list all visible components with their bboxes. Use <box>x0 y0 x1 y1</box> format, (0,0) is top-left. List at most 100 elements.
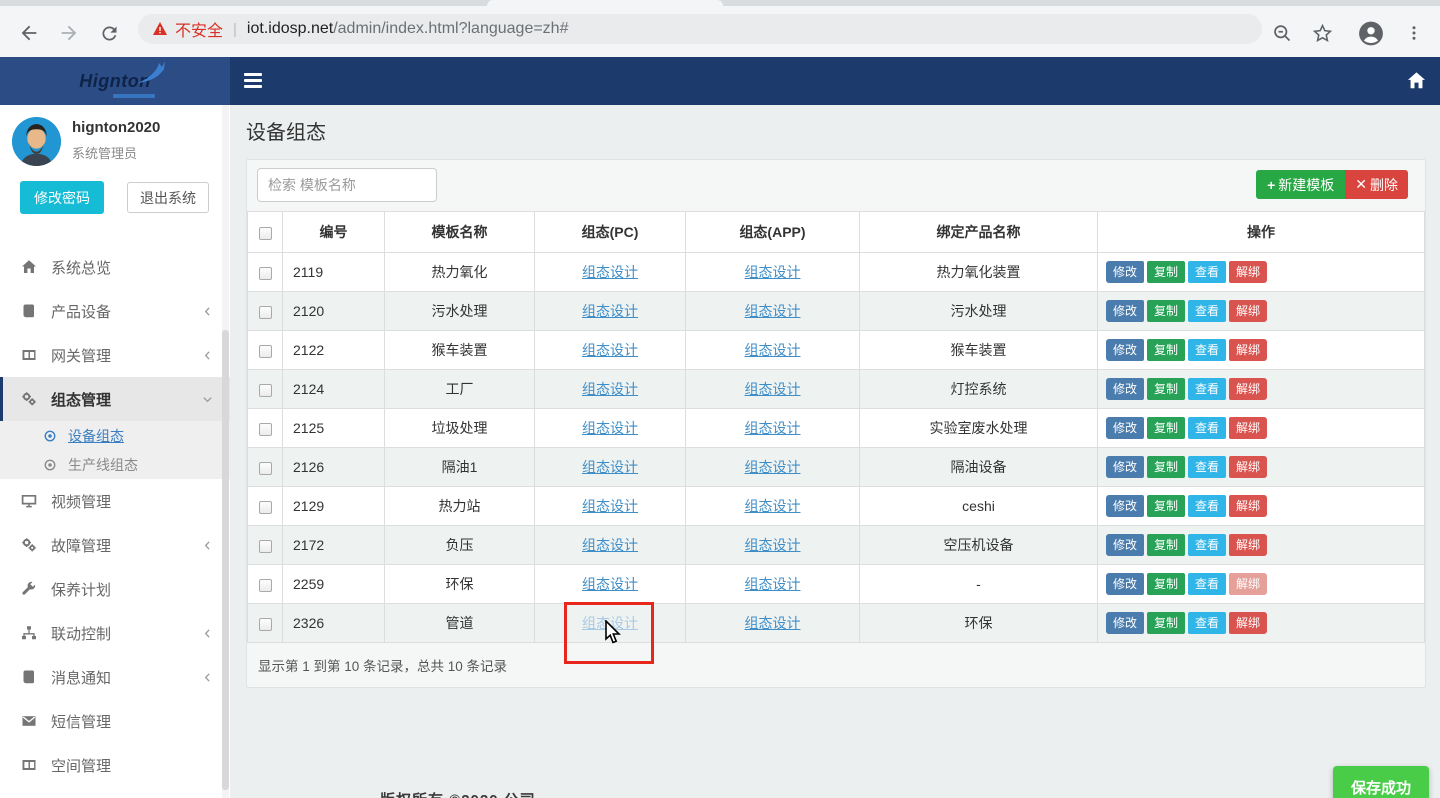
sidebar-toggle-icon[interactable] <box>244 73 262 88</box>
edit-button[interactable]: 修改 <box>1106 612 1144 634</box>
view-button[interactable]: 查看 <box>1188 261 1226 283</box>
unbind-button[interactable]: 解绑 <box>1229 378 1267 400</box>
copy-button[interactable]: 复制 <box>1147 417 1185 439</box>
copy-button[interactable]: 复制 <box>1147 495 1185 517</box>
copy-button[interactable]: 复制 <box>1147 261 1185 283</box>
browser-tab[interactable] <box>487 0 723 6</box>
unbind-button[interactable]: 解绑 <box>1229 339 1267 361</box>
sidebar-item-sms-mgmt[interactable]: 短信管理 <box>0 699 230 743</box>
row-checkbox[interactable] <box>259 306 272 319</box>
app-config-link[interactable]: 组态设计 <box>745 576 801 592</box>
brand-logo[interactable]: Hignton <box>0 57 230 105</box>
copy-button[interactable]: 复制 <box>1147 378 1185 400</box>
row-checkbox[interactable] <box>259 462 272 475</box>
copy-button[interactable]: 复制 <box>1147 573 1185 595</box>
unbind-button[interactable]: 解绑 <box>1229 495 1267 517</box>
pc-config-link[interactable]: 组态设计 <box>582 381 638 397</box>
row-checkbox[interactable] <box>259 384 272 397</box>
search-input[interactable] <box>257 168 437 202</box>
unbind-button[interactable]: 解绑 <box>1229 612 1267 634</box>
unbind-button[interactable]: 解绑 <box>1229 417 1267 439</box>
sidebar-item-video-mgmt[interactable]: 视频管理 <box>0 479 230 523</box>
sidebar-item-system-overview[interactable]: 系统总览 <box>0 245 230 289</box>
row-checkbox[interactable] <box>259 501 272 514</box>
select-all-checkbox[interactable] <box>259 227 272 240</box>
view-button[interactable]: 查看 <box>1188 339 1226 361</box>
edit-button[interactable]: 修改 <box>1106 573 1144 595</box>
pc-config-link[interactable]: 组态设计 <box>582 264 638 280</box>
reload-icon[interactable] <box>96 20 122 46</box>
edit-button[interactable]: 修改 <box>1106 261 1144 283</box>
view-button[interactable]: 查看 <box>1188 417 1226 439</box>
row-checkbox[interactable] <box>259 423 272 436</box>
logout-button[interactable]: 退出系统 <box>127 182 209 213</box>
sidebar-item-maintenance-plan[interactable]: 保养计划 <box>0 567 230 611</box>
sidebar-item-production-line-config[interactable]: 生产线组态 <box>0 450 230 479</box>
app-config-link[interactable]: 组态设计 <box>745 303 801 319</box>
edit-button[interactable]: 修改 <box>1106 339 1144 361</box>
unbind-button[interactable]: 解绑 <box>1229 261 1267 283</box>
sidebar-item-config-mgmt[interactable]: 组态管理 <box>0 377 230 421</box>
pc-config-link[interactable]: 组态设计 <box>582 420 638 436</box>
pc-config-link[interactable]: 组态设计 <box>582 537 638 553</box>
view-button[interactable]: 查看 <box>1188 456 1226 478</box>
unbind-button[interactable]: 解绑 <box>1229 456 1267 478</box>
sidebar-item-linkage-control[interactable]: 联动控制 <box>0 611 230 655</box>
app-config-link[interactable]: 组态设计 <box>745 420 801 436</box>
row-checkbox[interactable] <box>259 540 272 553</box>
app-config-link[interactable]: 组态设计 <box>745 264 801 280</box>
delete-button[interactable]: ✕删除 <box>1345 170 1408 199</box>
row-checkbox[interactable] <box>259 267 272 280</box>
row-checkbox[interactable] <box>259 345 272 358</box>
app-config-link[interactable]: 组态设计 <box>745 537 801 553</box>
copy-button[interactable]: 复制 <box>1147 534 1185 556</box>
sidebar-item-message-notify[interactable]: 消息通知 <box>0 655 230 699</box>
forward-icon[interactable] <box>56 20 82 46</box>
browser-menu-icon[interactable] <box>1401 20 1427 46</box>
url-bar[interactable]: 不安全 | iot.idosp.net/admin/index.html?lan… <box>138 14 1262 44</box>
pc-config-link[interactable]: 组态设计 <box>582 303 638 319</box>
row-checkbox[interactable] <box>259 579 272 592</box>
sidebar-item-device-config[interactable]: 设备组态 <box>0 421 230 450</box>
edit-button[interactable]: 修改 <box>1106 417 1144 439</box>
pc-config-link[interactable]: 组态设计 <box>582 576 638 592</box>
edit-button[interactable]: 修改 <box>1106 300 1144 322</box>
app-config-link[interactable]: 组态设计 <box>745 459 801 475</box>
pc-config-link[interactable]: 组态设计 <box>582 342 638 358</box>
copy-button[interactable]: 复制 <box>1147 612 1185 634</box>
view-button[interactable]: 查看 <box>1188 300 1226 322</box>
new-template-button[interactable]: +新建模板 <box>1256 170 1345 199</box>
view-button[interactable]: 查看 <box>1188 534 1226 556</box>
view-button[interactable]: 查看 <box>1188 612 1226 634</box>
copy-button[interactable]: 复制 <box>1147 300 1185 322</box>
edit-button[interactable]: 修改 <box>1106 378 1144 400</box>
unbind-button[interactable]: 解绑 <box>1229 534 1267 556</box>
sidebar-item-space-mgmt[interactable]: 空间管理 <box>0 743 230 787</box>
sidebar-item-product-device[interactable]: 产品设备 <box>0 289 230 333</box>
copy-button[interactable]: 复制 <box>1147 456 1185 478</box>
row-checkbox[interactable] <box>259 618 272 631</box>
home-icon[interactable] <box>1407 71 1426 95</box>
sidebar-item-gateway-mgmt[interactable]: 网关管理 <box>0 333 230 377</box>
sidebar-scrollbar-thumb[interactable] <box>222 330 229 790</box>
change-password-button[interactable]: 修改密码 <box>20 181 104 214</box>
profile-avatar-icon[interactable] <box>1358 20 1384 46</box>
sidebar-item-fault-mgmt[interactable]: 故障管理 <box>0 523 230 567</box>
copy-button[interactable]: 复制 <box>1147 339 1185 361</box>
unbind-button[interactable]: 解绑 <box>1229 300 1267 322</box>
pc-config-link[interactable]: 组态设计 <box>582 459 638 475</box>
bookmark-star-icon[interactable] <box>1309 20 1335 46</box>
edit-button[interactable]: 修改 <box>1106 534 1144 556</box>
view-button[interactable]: 查看 <box>1188 573 1226 595</box>
view-button[interactable]: 查看 <box>1188 378 1226 400</box>
edit-button[interactable]: 修改 <box>1106 495 1144 517</box>
app-config-link[interactable]: 组态设计 <box>745 381 801 397</box>
zoom-out-icon[interactable] <box>1269 20 1295 46</box>
view-button[interactable]: 查看 <box>1188 495 1226 517</box>
pc-config-link[interactable]: 组态设计 <box>582 498 638 514</box>
edit-button[interactable]: 修改 <box>1106 456 1144 478</box>
app-config-link[interactable]: 组态设计 <box>745 498 801 514</box>
back-icon[interactable] <box>16 20 42 46</box>
app-config-link[interactable]: 组态设计 <box>745 615 801 631</box>
app-config-link[interactable]: 组态设计 <box>745 342 801 358</box>
